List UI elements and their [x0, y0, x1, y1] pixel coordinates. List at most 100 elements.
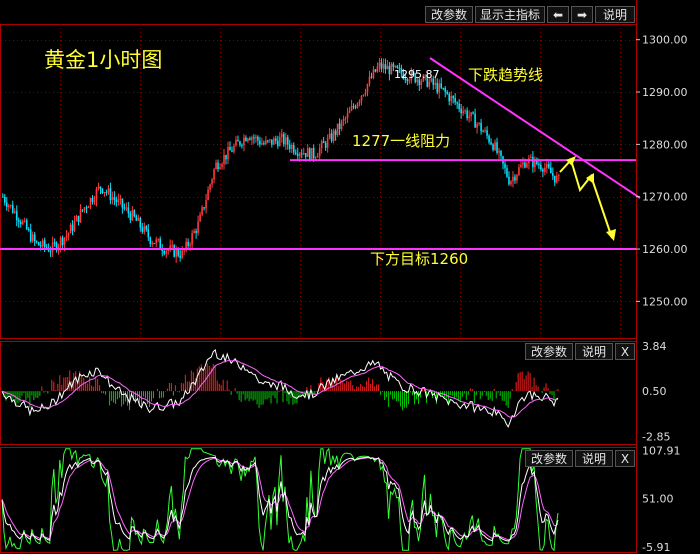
candle-body [281, 133, 283, 137]
projection-arrows [559, 156, 616, 241]
candle-body [171, 245, 173, 247]
candle-body [19, 221, 22, 225]
candle-body [219, 167, 221, 170]
macd-panel [1, 348, 559, 429]
show-main-indicator-button[interactable]: 显示主指标 [475, 6, 545, 23]
candle-body [49, 251, 52, 253]
candle-body [27, 229, 30, 231]
candle-body [380, 62, 383, 69]
candle-body [462, 111, 464, 114]
candle-body [95, 188, 98, 201]
candle-body [205, 200, 207, 209]
candle-body [330, 133, 333, 141]
candle-body [338, 123, 341, 130]
candle-body [137, 217, 140, 221]
candle-body [320, 141, 323, 149]
candle-body [382, 64, 385, 69]
next-arrow-icon[interactable]: ➡ [571, 6, 593, 23]
y-tick-label: 1270.00 [642, 191, 688, 204]
candle-body [267, 140, 269, 142]
candle-body [470, 112, 472, 117]
help-button[interactable]: 说明 [595, 6, 635, 23]
candle-body [494, 142, 496, 150]
candle-body [374, 69, 377, 72]
candle-body [378, 62, 381, 67]
candle-body [237, 139, 239, 142]
candle-body [273, 138, 275, 145]
candle-body [296, 153, 299, 157]
target-label: 下方目标1260 [370, 250, 469, 268]
kdj-help-button[interactable]: 说明 [575, 450, 613, 467]
candle-body [33, 234, 36, 242]
candle-body [259, 140, 261, 145]
prev-arrow-icon[interactable]: ⬅ [547, 6, 569, 23]
candle-body [302, 153, 305, 155]
candle-body [135, 216, 138, 221]
candle-body [81, 209, 84, 211]
candle-body [217, 162, 219, 170]
candle-body [241, 144, 243, 146]
macd-modify-params-button[interactable]: 改参数 [525, 343, 573, 360]
candle-body [344, 118, 347, 120]
candle-body [548, 164, 550, 168]
macd-close-icon[interactable]: X [615, 343, 635, 360]
candle-body [532, 156, 534, 168]
candle-body [41, 240, 44, 247]
candle-body [207, 189, 209, 201]
candle-body [141, 227, 144, 233]
candle-body [476, 123, 478, 128]
candle-body [181, 250, 183, 258]
candle-body [328, 133, 331, 139]
candle-body [127, 207, 130, 214]
candle-body [31, 234, 34, 242]
candle-body [275, 138, 277, 141]
kdj-modify-params-button[interactable]: 改参数 [525, 450, 573, 467]
candle-body [73, 221, 76, 231]
candle-body [121, 198, 124, 208]
candle-body [294, 152, 297, 154]
candle-body [438, 83, 441, 93]
candle-body [550, 167, 552, 174]
candle-body [195, 230, 197, 233]
candle-body [306, 148, 309, 157]
candle-body [368, 76, 371, 85]
candle-body [514, 176, 516, 181]
candle-body [444, 88, 447, 92]
candle-body [197, 221, 199, 233]
candle-body [183, 250, 185, 252]
candle-body [271, 139, 273, 145]
candle-body [223, 154, 225, 165]
candle-body [261, 143, 263, 145]
candle-body [558, 175, 560, 177]
candle-body [157, 238, 160, 240]
modify-params-button[interactable]: 改参数 [425, 6, 473, 23]
candle-body [37, 242, 40, 246]
candle-body [292, 145, 295, 153]
candle-body [235, 139, 237, 146]
macd-help-button[interactable]: 说明 [575, 343, 613, 360]
candle-body [526, 163, 528, 168]
kdj-close-icon[interactable]: X [615, 450, 635, 467]
candle-body [538, 164, 540, 166]
candle-body [508, 176, 510, 185]
candle-body [288, 144, 291, 150]
candle-body [318, 148, 321, 156]
candle-body [506, 168, 508, 177]
candle-body [53, 242, 56, 244]
candle-body [518, 167, 520, 175]
candle-body [456, 102, 458, 104]
candle-body [446, 91, 448, 94]
candle-body [352, 106, 355, 108]
candle-body [348, 110, 351, 113]
candle-body [316, 155, 319, 158]
candle-body [468, 116, 470, 119]
candle-body [394, 65, 397, 67]
candle-body [452, 95, 454, 99]
candle-body [364, 92, 367, 95]
candle-body [13, 211, 16, 213]
candle-body [143, 226, 146, 233]
candle-body [165, 250, 168, 254]
candle-body [93, 200, 96, 202]
candle-body [107, 188, 110, 193]
candle-body [155, 239, 158, 244]
